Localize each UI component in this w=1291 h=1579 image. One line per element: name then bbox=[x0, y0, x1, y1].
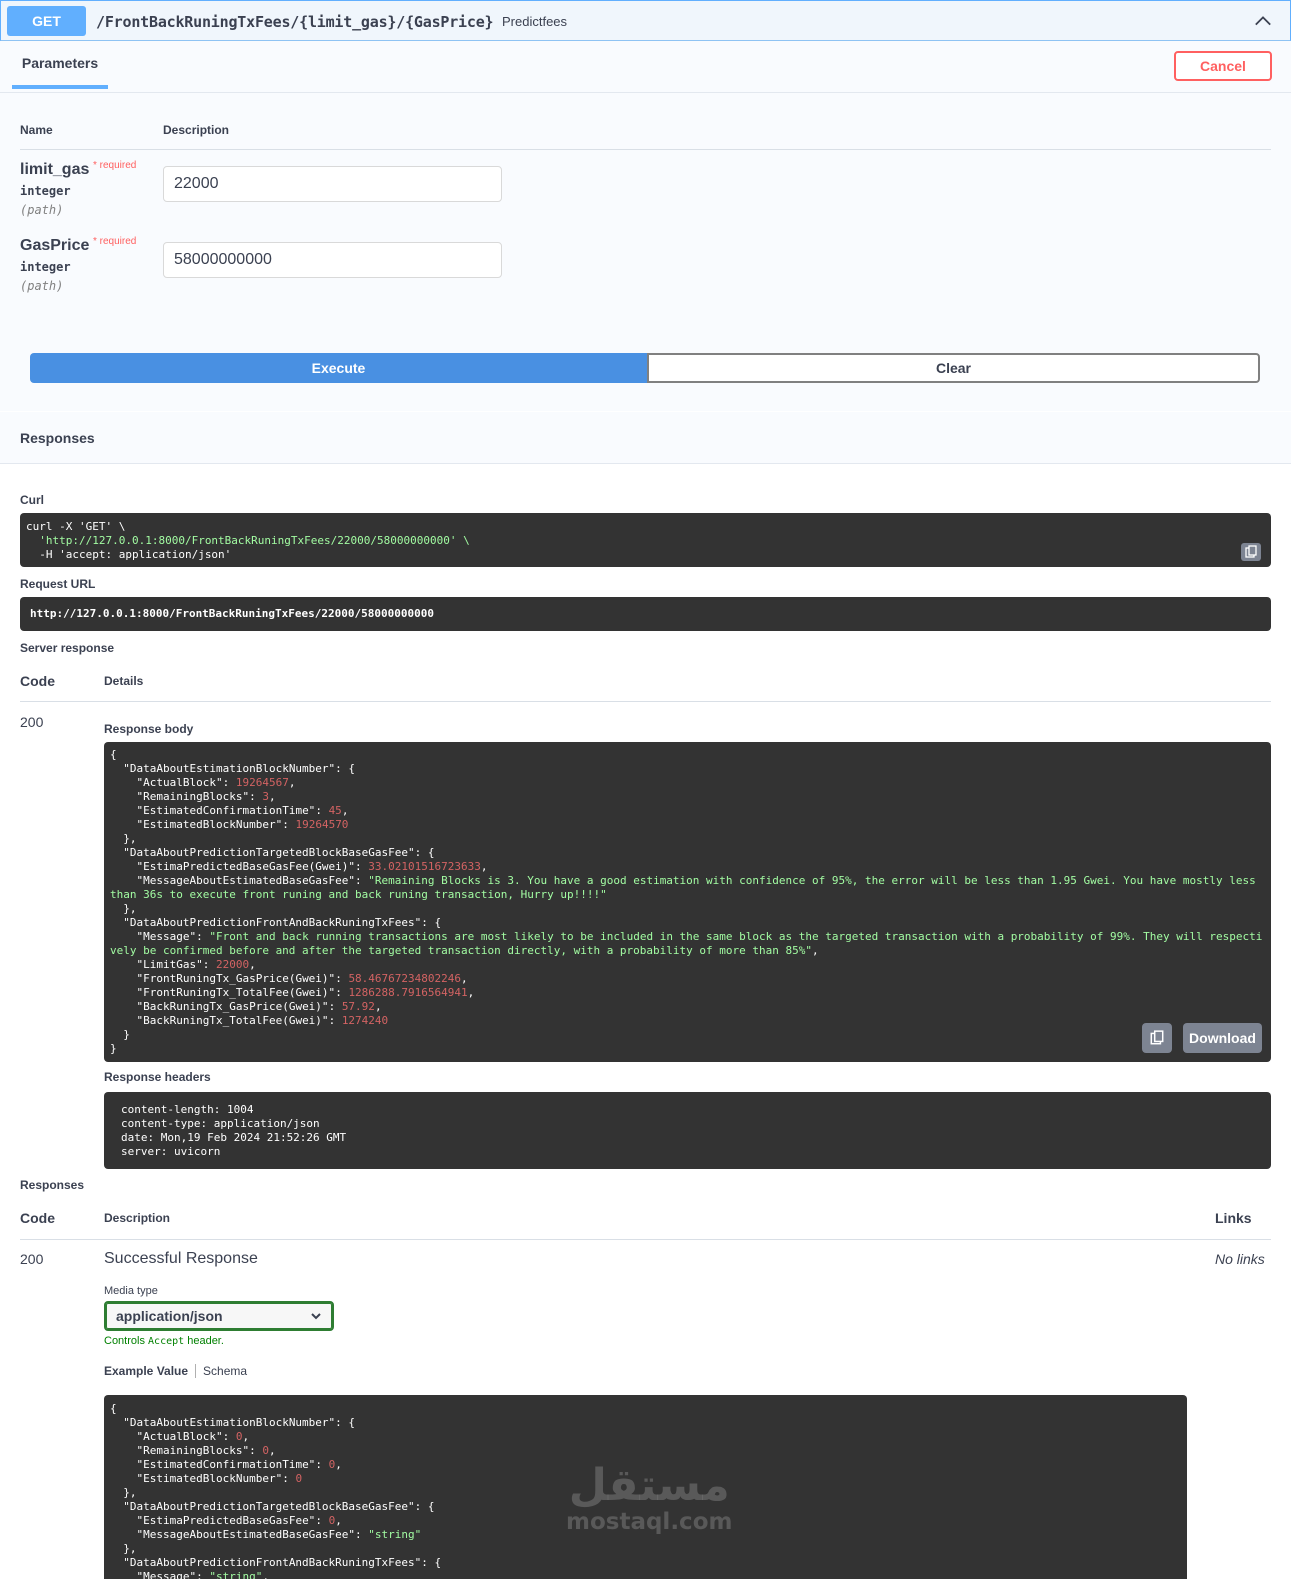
operation-summary[interactable]: GET /FrontBackRuningTxFees/{limit_gas}/{… bbox=[0, 0, 1291, 41]
parameters-header: Parameters bbox=[0, 41, 1291, 93]
required-marker: * required bbox=[93, 160, 137, 171]
param-location: (path) bbox=[20, 279, 64, 293]
controls-accept-note: Controls Accept header. bbox=[104, 1335, 224, 1347]
chevron-up-icon[interactable] bbox=[1254, 12, 1272, 30]
required-marker: * required bbox=[93, 236, 137, 247]
column-header-description: Description bbox=[163, 123, 230, 137]
tab-parameters[interactable]: Parameters bbox=[12, 41, 108, 89]
server-response-label: Server response bbox=[20, 641, 115, 655]
no-links: No links bbox=[1215, 1251, 1265, 1267]
param-name-limit-gas: limit_gas bbox=[20, 161, 90, 178]
curl-block[interactable]: curl -X 'GET' \ 'http://127.0.0.1:8000/F… bbox=[20, 513, 1271, 567]
curl-line: curl -X 'GET' \ bbox=[26, 520, 126, 533]
response-headers-label: Response headers bbox=[104, 1070, 211, 1084]
media-type-label: Media type bbox=[104, 1285, 158, 1297]
column-header-code: Code bbox=[20, 1210, 55, 1226]
param-type: integer bbox=[20, 260, 71, 274]
media-type-value: application/json bbox=[116, 1308, 223, 1324]
responses-header: Responses bbox=[0, 412, 1291, 464]
endpoint-path: /FrontBackRuningTxFees/{limit_gas}/{GasP… bbox=[96, 13, 494, 31]
response-headers[interactable]: content-length: 1004 content-type: appli… bbox=[104, 1092, 1271, 1169]
column-header-name: Name bbox=[20, 123, 53, 137]
response-description: Successful Response bbox=[104, 1250, 258, 1267]
divider bbox=[20, 701, 1271, 702]
column-header-details: Details bbox=[104, 674, 144, 688]
watermark-latin: mostaql.com bbox=[566, 1509, 733, 1535]
tab-example-value[interactable]: Example Value bbox=[104, 1364, 188, 1378]
copy-icon bbox=[1150, 1030, 1164, 1045]
responses-title: Responses bbox=[20, 430, 95, 446]
copy-response-button[interactable] bbox=[1142, 1023, 1172, 1053]
responses-label: Responses bbox=[20, 1178, 85, 1192]
curl-line: 'http://127.0.0.1:8000/FrontBackRuningTx… bbox=[39, 534, 470, 547]
column-header-code: Code bbox=[20, 673, 55, 689]
method-badge: GET bbox=[7, 6, 86, 36]
column-header-links: Links bbox=[1215, 1210, 1252, 1226]
response-code: 200 bbox=[20, 1251, 44, 1267]
divider bbox=[20, 149, 1271, 150]
chevron-down-icon bbox=[311, 1313, 321, 1320]
param-name-gas-price: GasPrice bbox=[20, 237, 90, 254]
request-url[interactable]: http://127.0.0.1:8000/FrontBackRuningTxF… bbox=[20, 597, 1271, 631]
gas-price-input[interactable]: 58000000000 bbox=[163, 242, 502, 278]
copy-icon bbox=[1245, 545, 1257, 558]
watermark-arabic: مستقل bbox=[568, 1460, 730, 1511]
curl-label: Curl bbox=[20, 493, 44, 507]
clear-button[interactable]: Clear bbox=[647, 353, 1260, 383]
download-button[interactable]: Download bbox=[1183, 1023, 1262, 1053]
media-type-select[interactable]: application/json bbox=[104, 1301, 334, 1331]
cancel-button[interactable]: Cancel bbox=[1174, 51, 1272, 81]
param-location: (path) bbox=[20, 203, 64, 217]
example-tabs: Example Value Schema bbox=[104, 1364, 247, 1378]
endpoint-summary: Predictfees bbox=[502, 14, 568, 29]
tab-schema[interactable]: Schema bbox=[203, 1364, 247, 1378]
request-url-label: Request URL bbox=[20, 577, 96, 591]
response-body-label: Response body bbox=[104, 722, 194, 736]
copy-curl-button[interactable] bbox=[1241, 543, 1261, 561]
limit-gas-input[interactable]: 22000 bbox=[163, 166, 502, 202]
response-body[interactable]: { "DataAboutEstimationBlockNumber": { "A… bbox=[104, 742, 1271, 1062]
curl-line: -H 'accept: application/json' bbox=[39, 548, 232, 561]
column-header-description: Description bbox=[104, 1211, 171, 1225]
execute-button[interactable]: Execute bbox=[30, 353, 647, 383]
watermark: مستقل mostaql.com bbox=[566, 1460, 733, 1535]
param-type: integer bbox=[20, 184, 71, 198]
tab-separator bbox=[195, 1364, 197, 1378]
divider bbox=[20, 1239, 1271, 1240]
status-code: 200 bbox=[20, 714, 44, 730]
